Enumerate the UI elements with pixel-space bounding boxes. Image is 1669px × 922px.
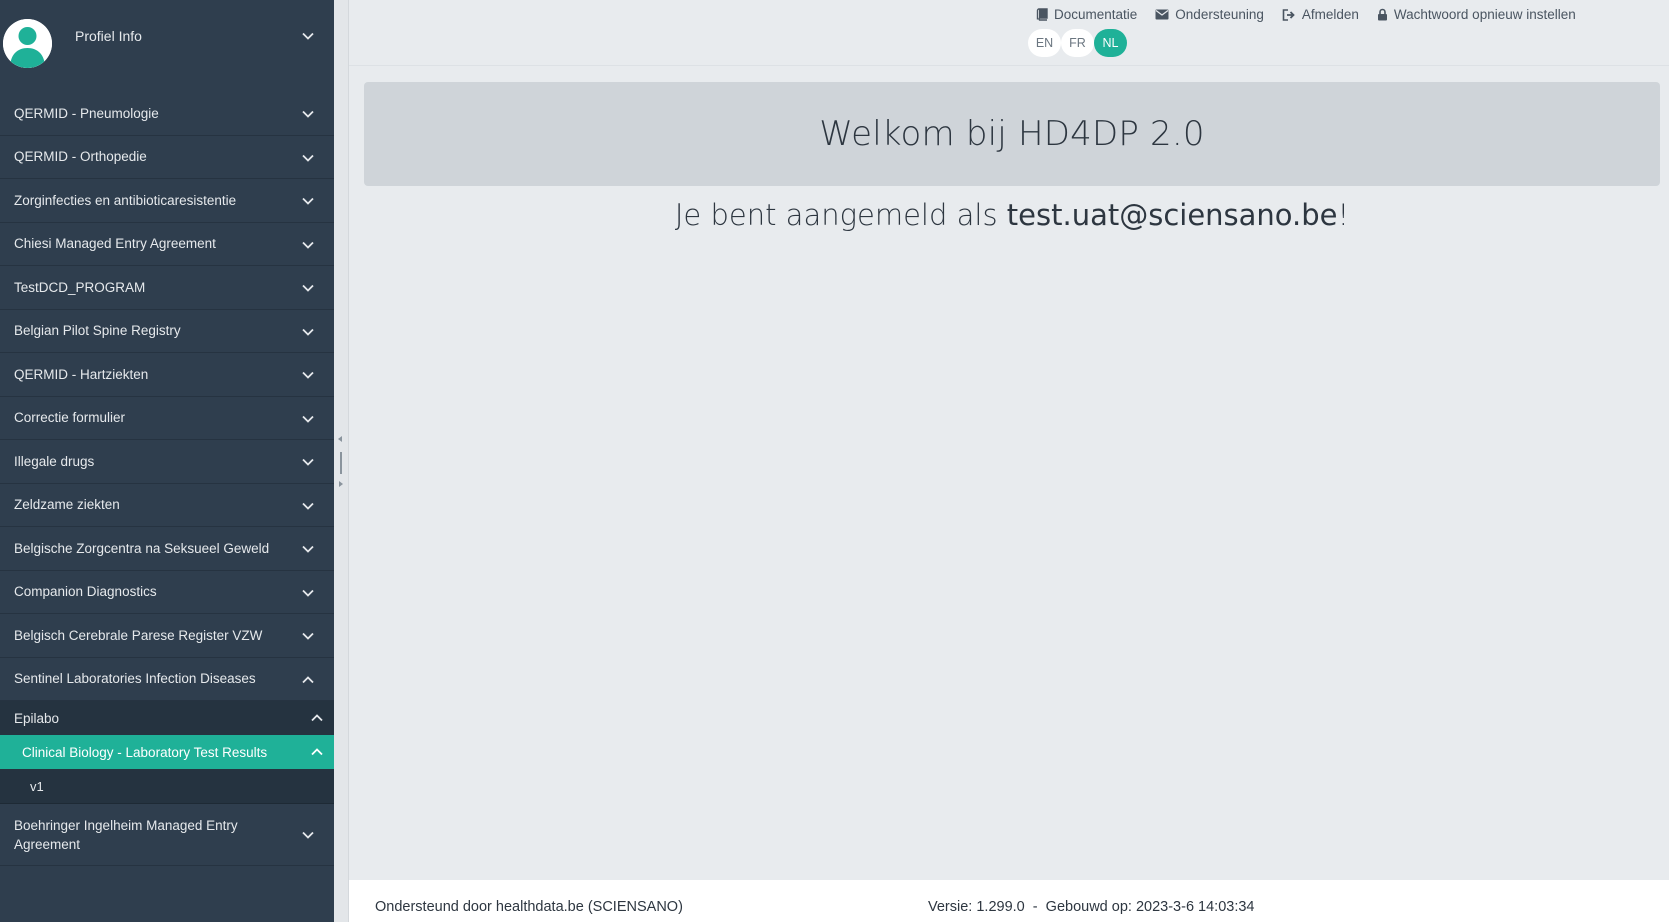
drag-handle[interactable] <box>340 452 342 474</box>
sidebar-item-label: TestDCD_PROGRAM <box>14 279 146 295</box>
logout-link[interactable]: Afmelden <box>1282 7 1359 22</box>
logout-label: Afmelden <box>1301 7 1359 22</box>
sidebar-version-label: v1 <box>30 778 44 794</box>
chevron-up-icon[interactable] <box>310 711 324 725</box>
chevron-down-icon[interactable] <box>301 455 315 469</box>
sidebar-item[interactable]: Belgisch Cerebrale Parese Register VZW <box>0 614 334 658</box>
footer-version: Versie: 1.299.0 - Gebouwd op: 2023-3-6 1… <box>928 899 1255 915</box>
sidebar-item[interactable]: Boehringer Ingelheim Managed Entry Agree… <box>0 804 334 866</box>
sign-out-icon <box>1282 8 1295 21</box>
logged-in-suffix: ! <box>1337 198 1350 232</box>
sidebar-item[interactable]: Zorginfecties en antibioticaresistentie <box>0 179 334 223</box>
sidebar-item[interactable]: Correctie formulier <box>0 397 334 440</box>
sidebar-item-label: QERMID - Pneumologie <box>14 105 159 121</box>
sidebar-item-label: QERMID - Hartziekten <box>14 366 149 382</box>
top-links: Documentatie Ondersteuning Afmelden Wach… <box>1036 7 1576 22</box>
reset-password-label: Wachtwoord opnieuw instellen <box>1393 7 1576 22</box>
avatar <box>3 19 52 68</box>
chevron-down-icon[interactable] <box>301 629 315 643</box>
welcome-banner: Welkom bij HD4DP 2.0 <box>364 82 1660 186</box>
chevron-down-icon[interactable] <box>301 29 315 43</box>
sidebar-item-label: Belgische Zorgcentra na Seksueel Geweld <box>14 540 270 556</box>
sidebar-nav: QERMID - Pneumologie QERMID - Orthopedie… <box>0 92 334 866</box>
sidebar-item[interactable]: Chiesi Managed Entry Agreement <box>0 223 334 266</box>
sidebar-item[interactable]: Companion Diagnostics <box>0 571 334 614</box>
sidebar-item-label: Companion Diagnostics <box>14 584 157 600</box>
chevron-up-icon[interactable] <box>301 673 315 687</box>
chevron-down-icon[interactable] <box>301 151 315 165</box>
sidebar-item-label: Correctie formulier <box>14 410 126 426</box>
sidebar-item[interactable]: Belgische Zorgcentra na Seksueel Geweld <box>0 527 334 571</box>
sidebar-item[interactable]: Illegale drugs <box>0 440 334 484</box>
chevron-down-icon[interactable] <box>301 107 315 121</box>
sidebar-item[interactable]: QERMID - Pneumologie <box>0 92 334 136</box>
profile-label: Profiel Info <box>75 28 142 44</box>
topbar: Documentatie Ondersteuning Afmelden Wach… <box>349 0 1669 66</box>
sidebar-item-label: Belgian Pilot Spine Registry <box>14 323 181 339</box>
chevron-down-icon[interactable] <box>301 194 315 208</box>
lock-icon <box>1377 8 1387 21</box>
footer-supported-by: Ondersteund door healthdata.be (SCIENSAN… <box>375 899 683 915</box>
sidebar-item[interactable]: QERMID - Orthopedie <box>0 136 334 179</box>
documentation-link[interactable]: Documentatie <box>1036 7 1137 22</box>
chevron-down-icon[interactable] <box>301 368 315 382</box>
chevron-down-icon[interactable] <box>301 542 315 556</box>
sidebar-item-label: Belgisch Cerebrale Parese Register VZW <box>14 627 263 643</box>
expand-right-icon[interactable] <box>339 481 343 487</box>
profile-menu[interactable]: Profiel Info <box>0 0 334 70</box>
sidebar-item-label: Chiesi Managed Entry Agreement <box>14 236 216 252</box>
user-email: test.uat@sciensano.be <box>1006 198 1338 232</box>
language-en-button[interactable]: EN <box>1028 29 1061 57</box>
sidebar-item-expanded[interactable]: Sentinel Laboratories Infection Diseases <box>0 658 334 701</box>
chevron-up-icon[interactable] <box>310 745 324 759</box>
language-switcher: EN FR NL <box>1028 29 1127 57</box>
documentation-label: Documentatie <box>1054 7 1138 22</box>
sidebar-item-label: Illegale drugs <box>14 453 95 469</box>
sidebar-subitem-label: Epilabo <box>14 710 60 726</box>
logged-in-prefix: Je bent aangemeld als <box>674 198 1007 232</box>
reset-password-link[interactable]: Wachtwoord opnieuw instellen <box>1377 7 1576 22</box>
user-icon <box>3 19 52 68</box>
sidebar-item-label: Zorginfecties en antibioticaresistentie <box>14 192 237 208</box>
footer: Ondersteund door healthdata.be (SCIENSAN… <box>349 880 1669 922</box>
collapse-left-icon[interactable] <box>338 436 342 442</box>
chevron-down-icon[interactable] <box>301 325 315 339</box>
sidebar-item-label: Boehringer Ingelheim Managed Entry Agree… <box>14 817 238 852</box>
page-title: Welkom bij HD4DP 2.0 <box>819 114 1205 154</box>
sidebar-subitem-active[interactable]: Clinical Biology - Laboratory Test Resul… <box>0 735 334 769</box>
sidebar-item-label: QERMID - Orthopedie <box>14 149 147 165</box>
sidebar-item-label: Zeldzame ziekten <box>14 497 120 513</box>
chevron-down-icon[interactable] <box>301 281 315 295</box>
sidebar-subitem-label: Clinical Biology - Laboratory Test Resul… <box>22 744 268 760</box>
sidebar-item[interactable]: QERMID - Hartziekten <box>0 353 334 397</box>
book-icon <box>1036 8 1048 21</box>
sidebar-version-v1[interactable]: v1 <box>0 769 334 804</box>
envelope-icon <box>1155 9 1169 20</box>
sidebar-item[interactable]: Belgian Pilot Spine Registry <box>0 310 334 353</box>
support-label: Ondersteuning <box>1175 7 1264 22</box>
logged-in-message: Je bent aangemeld als test.uat@sciensano… <box>364 198 1660 232</box>
panel-splitter[interactable] <box>334 0 349 922</box>
main-content: Documentatie Ondersteuning Afmelden Wach… <box>349 0 1669 922</box>
chevron-down-icon[interactable] <box>301 412 315 426</box>
chevron-down-icon[interactable] <box>301 828 315 842</box>
support-link[interactable]: Ondersteuning <box>1155 7 1264 22</box>
chevron-down-icon[interactable] <box>301 499 315 513</box>
sidebar-subitem-epilabo[interactable]: Epilabo <box>0 701 334 735</box>
language-nl-button[interactable]: NL <box>1094 29 1127 57</box>
language-fr-button[interactable]: FR <box>1061 29 1094 57</box>
sidebar-item[interactable]: Zeldzame ziekten <box>0 484 334 527</box>
sidebar: Profiel Info QERMID - Pneumologie QERMID… <box>0 0 334 922</box>
sidebar-item-label: Sentinel Laboratories Infection Diseases <box>14 671 256 687</box>
chevron-down-icon[interactable] <box>301 238 315 252</box>
sidebar-item[interactable]: TestDCD_PROGRAM <box>0 266 334 310</box>
chevron-down-icon[interactable] <box>301 586 315 600</box>
